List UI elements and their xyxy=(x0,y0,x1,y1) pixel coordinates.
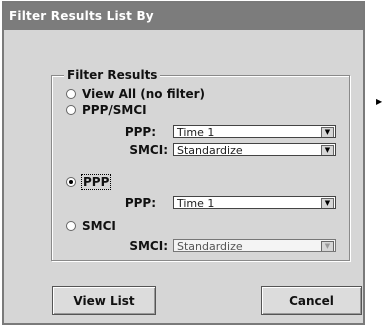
radio-ppp-label: PPP xyxy=(80,174,112,190)
radio-smci-label: SMCI xyxy=(82,219,116,233)
chevron-down-icon[interactable]: ▼ xyxy=(321,198,334,208)
ppp-ppp-label: PPP: xyxy=(124,196,156,210)
ppp-smci-ppp-value: Time 1 xyxy=(177,126,215,138)
radio-smci[interactable]: SMCI xyxy=(66,219,116,233)
radio-ppp-smci[interactable]: PPP/SMCI xyxy=(66,103,147,117)
filter-results-dialog: Filter Results List By Filter Results Vi… xyxy=(2,1,365,325)
filter-results-legend: Filter Results xyxy=(64,68,161,82)
radio-ppp-smci-label: PPP/SMCI xyxy=(82,103,147,117)
chevron-down-icon[interactable]: ▼ xyxy=(321,127,334,137)
radio-ppp-selected-icon[interactable] xyxy=(66,176,76,187)
ppp-smci-smci-select[interactable]: Standardize ▼ xyxy=(173,143,336,156)
dialog-title: Filter Results List By xyxy=(4,3,363,30)
ppp-ppp-value: Time 1 xyxy=(177,197,215,209)
radio-ppp[interactable]: PPP xyxy=(66,174,112,190)
pointer-arrow-icon: ▶ xyxy=(376,97,383,106)
ppp-smci-smci-value: Standardize xyxy=(177,144,243,156)
ppp-ppp-select[interactable]: Time 1 ▼ xyxy=(173,196,336,209)
radio-view-all-circle-icon[interactable] xyxy=(66,88,76,99)
ppp-smci-ppp-label: PPP: xyxy=(124,125,156,139)
ppp-smci-ppp-select[interactable]: Time 1 ▼ xyxy=(173,125,336,138)
view-list-button[interactable]: View List xyxy=(52,286,156,315)
radio-ppp-smci-circle-icon[interactable] xyxy=(66,104,76,115)
radio-smci-circle-icon[interactable] xyxy=(66,220,76,231)
smci-smci-value: Standardize xyxy=(177,240,243,252)
smci-smci-label: SMCI: xyxy=(129,239,168,253)
chevron-down-icon[interactable]: ▼ xyxy=(321,145,334,155)
chevron-down-icon[interactable]: ▼ xyxy=(321,241,334,251)
radio-view-all-label: View All (no filter) xyxy=(82,87,206,101)
cancel-button[interactable]: Cancel xyxy=(261,286,362,315)
radio-view-all[interactable]: View All (no filter) xyxy=(66,87,205,101)
ppp-smci-smci-label: SMCI: xyxy=(129,143,168,157)
smci-smci-select[interactable]: Standardize ▼ xyxy=(173,239,336,252)
